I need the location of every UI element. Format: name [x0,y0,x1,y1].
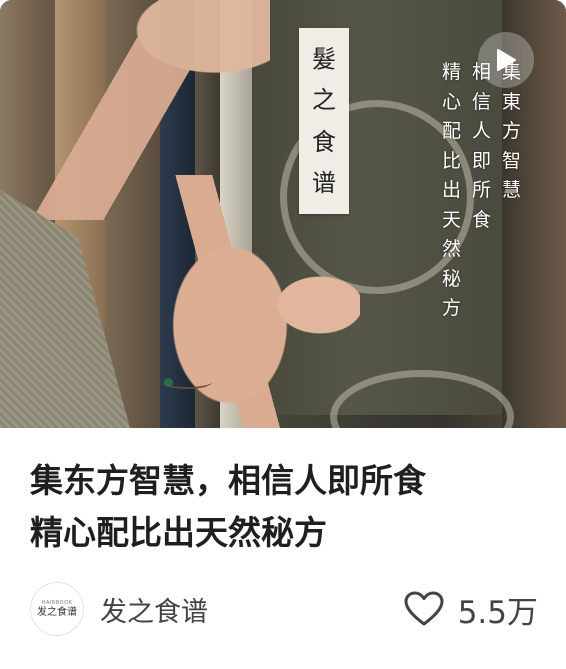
avatar-logo-text: 发之食谱 [37,606,77,618]
overlay-char: 秘 [442,267,462,290]
author-info[interactable]: HAIRBOOK 发之食谱 发之食谱 [30,582,208,636]
heart-icon [404,591,444,626]
play-icon [497,49,516,71]
label-char: 髮 [312,44,336,73]
overlay-text-column: 精 心 配 比 出 天 然 秘 方 [442,58,461,324]
overlay-char: 慧 [502,179,522,201]
hand-lower [120,175,360,428]
overlay-char: 信 [472,90,492,113]
label-char: 之 [312,86,336,115]
overlay-char: 心 [442,90,462,113]
overlay-char: 方 [442,297,462,319]
post-title[interactable]: 集东方智慧，相信人即所食 精心配比出天然秘方 [30,455,545,559]
overlay-char: 方 [502,120,522,142]
avatar-subtext: HAIRBOOK [41,599,73,606]
post-card[interactable]: 髮 之 食 谱 集 東 方 智 慧 相 信 人 即 所 食 精 心 配 [0,0,566,669]
author-name[interactable]: 发之食谱 [100,590,208,629]
play-button[interactable] [478,32,534,88]
video-cover[interactable]: 髮 之 食 谱 集 東 方 智 慧 相 信 人 即 所 食 精 心 配 [0,0,566,428]
overlay-char: 即 [472,149,492,172]
overlay-text-column: 相 信 人 即 所 食 [472,58,491,235]
overlay-char: 精 [442,61,462,83]
bracelet-bead [164,378,173,387]
overlay-char: 人 [472,120,492,142]
like-count: 5.5万 [457,594,538,631]
overlay-char: 智 [502,149,522,172]
overlay-char: 食 [472,208,492,231]
like-button[interactable]: 5.5万 [404,587,538,632]
overlay-char: 配 [442,120,462,142]
overlay-char: 出 [442,179,462,201]
post-footer: HAIRBOOK 发之食谱 发之食谱 5.5万 [30,578,538,640]
overlay-char: 東 [502,90,522,113]
overlay-char: 所 [472,179,492,201]
overlay-char: 然 [442,238,462,260]
post-title-line: 精心配比出天然秘方 [30,513,327,552]
overlay-char: 比 [442,149,462,172]
post-title-line: 集东方智慧，相信人即所食 [30,461,426,500]
avatar[interactable]: HAIRBOOK 发之食谱 [30,582,84,636]
label-char: 食 [312,127,336,156]
overlay-char: 天 [442,208,462,231]
